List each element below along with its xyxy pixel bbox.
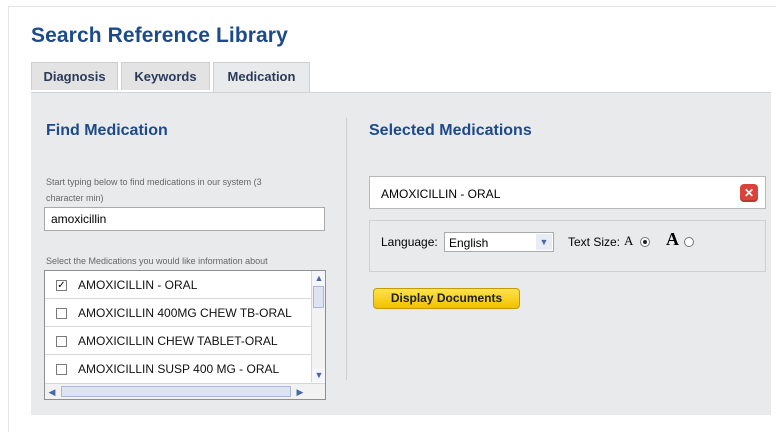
medication-results-list[interactable]: ✓ AMOXICILLIN - ORAL AMOXICILLIN 400MG C… bbox=[44, 270, 326, 400]
language-select-value: English bbox=[449, 236, 489, 250]
language-label: Language: bbox=[381, 235, 438, 249]
list-item[interactable]: AMOXICILLIN SUSP 400 MG - ORAL bbox=[45, 355, 311, 383]
tab-diagnosis[interactable]: Diagnosis bbox=[31, 62, 118, 90]
text-size-small-glyph: A bbox=[624, 233, 634, 248]
list-instruction: Select the Medications you would like in… bbox=[46, 256, 268, 266]
display-documents-button[interactable]: Display Documents bbox=[373, 288, 520, 309]
chevron-left-icon[interactable]: ◀ bbox=[45, 385, 59, 399]
list-item[interactable]: AMOXICILLIN CHEW TABLET-ORAL bbox=[45, 327, 311, 355]
search-instruction-line2: character min) bbox=[46, 193, 104, 203]
search-instruction-line1: Start typing below to find medications i… bbox=[46, 177, 262, 187]
list-item[interactable]: ✓ AMOXICILLIN - ORAL bbox=[45, 271, 311, 299]
find-medication-heading: Find Medication bbox=[46, 122, 168, 139]
chevron-right-icon[interactable]: ▶ bbox=[293, 385, 307, 399]
chevron-up-icon[interactable]: ▲ bbox=[312, 271, 325, 285]
checkmark-icon: ✓ bbox=[57, 280, 66, 291]
chevron-down-icon[interactable]: ▼ bbox=[312, 368, 325, 382]
checkbox[interactable] bbox=[56, 308, 67, 319]
list-item-label: AMOXICILLIN - ORAL bbox=[78, 278, 198, 292]
checkbox[interactable] bbox=[56, 336, 67, 347]
selected-medication-label: AMOXICILLIN - ORAL bbox=[381, 187, 501, 201]
close-icon[interactable]: ✕ bbox=[740, 184, 758, 202]
tab-keywords[interactable]: Keywords bbox=[121, 62, 210, 90]
horizontal-scroll-thumb[interactable] bbox=[61, 386, 291, 397]
text-size-large-glyph: A bbox=[666, 229, 679, 249]
language-select[interactable]: English ▼ bbox=[444, 232, 554, 252]
selected-medications-heading: Selected Medications bbox=[369, 122, 532, 139]
vertical-scroll-thumb[interactable] bbox=[313, 286, 324, 308]
checkbox[interactable]: ✓ bbox=[56, 280, 67, 291]
text-size-small-radio[interactable] bbox=[640, 237, 650, 247]
text-size-large-radio[interactable] bbox=[684, 237, 694, 247]
page-title: Search Reference Library bbox=[31, 24, 288, 47]
list-item-label: AMOXICILLIN SUSP 400 MG - ORAL bbox=[78, 362, 280, 376]
checkbox[interactable] bbox=[56, 364, 67, 375]
list-item-label: AMOXICILLIN 400MG CHEW TB-ORAL bbox=[78, 306, 292, 320]
list-item[interactable]: AMOXICILLIN 400MG CHEW TB-ORAL bbox=[45, 299, 311, 327]
list-item-label: AMOXICILLIN CHEW TABLET-ORAL bbox=[78, 334, 278, 348]
tab-medication[interactable]: Medication bbox=[213, 62, 310, 93]
medication-search-input[interactable] bbox=[44, 207, 325, 231]
column-divider bbox=[346, 118, 347, 380]
chevron-down-icon[interactable]: ▼ bbox=[536, 234, 552, 250]
text-size-label: Text Size: bbox=[568, 235, 621, 249]
vertical-scrollbar[interactable]: ▲ ▼ bbox=[311, 271, 325, 382]
selected-medication-row: AMOXICILLIN - ORAL ✕ bbox=[369, 176, 766, 209]
horizontal-scrollbar[interactable]: ◀ ▶ bbox=[45, 383, 325, 399]
